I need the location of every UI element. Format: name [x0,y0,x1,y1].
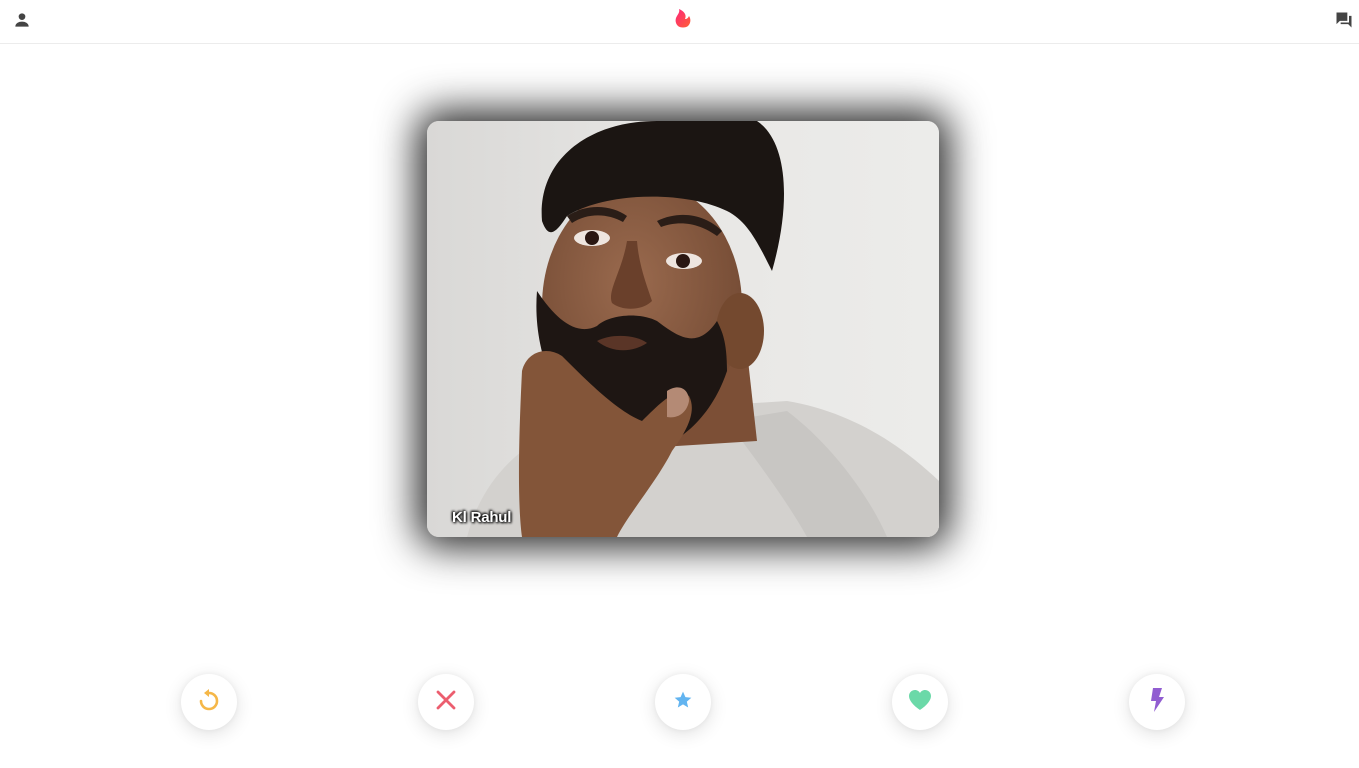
nope-button[interactable] [418,674,474,730]
chat-icon [1334,10,1354,35]
profile-name: Kl Rahul [452,509,512,526]
app-logo[interactable] [669,6,697,34]
star-icon [673,690,693,715]
heart-icon [907,688,933,717]
close-icon [435,689,457,716]
profile-card[interactable]: Kl Rahul [427,121,939,537]
top-bar [0,0,1359,44]
rewind-icon [197,688,221,717]
profile-photo [427,121,939,537]
boost-button[interactable] [1129,674,1185,730]
bolt-icon [1148,687,1166,718]
profile-button[interactable] [8,8,36,36]
super-like-button[interactable] [655,674,711,730]
rewind-button[interactable] [181,674,237,730]
messages-button[interactable] [1330,8,1358,36]
flame-icon [672,6,694,35]
like-button[interactable] [892,674,948,730]
person-icon [12,10,32,35]
